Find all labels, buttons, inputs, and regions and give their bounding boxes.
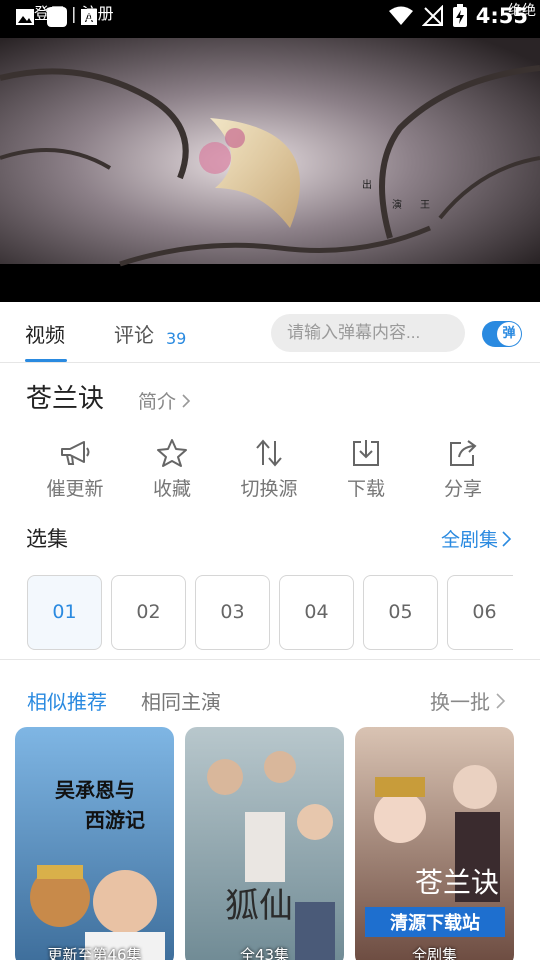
action-share[interactable]: 分享 — [415, 438, 511, 501]
all-episodes-label: 全剧集 — [440, 529, 498, 551]
share-icon — [450, 440, 477, 466]
danmu-input[interactable] — [271, 314, 465, 352]
svg-text:演: 演 — [392, 198, 402, 211]
recommend-card[interactable]: 狐仙 全43集 — [185, 727, 344, 960]
status-corner-text: 绝绝 — [508, 3, 536, 19]
intro-link[interactable]: 简介 — [138, 387, 192, 414]
action-bar: 催更新 收藏 切换源 下载 分享 — [0, 438, 540, 508]
recommend-card[interactable]: 苍兰诀 清源下载站 全剧集 — [355, 727, 514, 960]
status-bar: A 登录 | 注册 4:55 绝绝 — [0, 0, 540, 38]
tab-same-cast[interactable]: 相同主演 — [141, 686, 221, 715]
tab-similar[interactable]: 相似推荐 — [27, 686, 107, 715]
episodes-title: 选集 — [26, 527, 68, 551]
episode-list: 01 02 03 04 05 06 — [27, 575, 513, 650]
gallery-icon — [16, 9, 34, 25]
tab-video[interactable]: 视频 — [25, 319, 65, 348]
intro-label: 简介 — [138, 391, 177, 413]
chevron-right-icon — [182, 393, 191, 408]
all-episodes-link[interactable]: 全剧集 — [441, 525, 512, 552]
svg-text:王: 王 — [420, 200, 430, 211]
video-player[interactable]: 出 演 王 — [0, 38, 540, 302]
battery-charging-icon — [452, 4, 467, 27]
action-label: 分享 — [443, 478, 482, 500]
poster-image: 狐仙 — [185, 727, 344, 960]
star-icon — [157, 439, 187, 467]
chevron-right-icon — [496, 692, 506, 709]
action-switch-source[interactable]: 切换源 — [221, 438, 317, 501]
recommend-card[interactable]: 吴承恩与 西游记 更新至第46集 — [15, 727, 174, 960]
danmu-toggle[interactable]: 弹 — [482, 321, 522, 347]
refresh-label: 换一批 — [430, 690, 490, 714]
svg-text:清源下载站: 清源下载站 — [390, 912, 480, 934]
detail-tabs: 视频 评论 39 弹 — [0, 303, 540, 363]
action-label: 下载 — [346, 478, 385, 500]
status-bar-right: 4:55 — [388, 4, 528, 28]
tab-active-indicator — [25, 359, 67, 362]
download-icon — [353, 440, 379, 466]
card-status: 更新至第46集 — [47, 946, 142, 960]
show-title: 苍兰诀 — [26, 384, 105, 414]
episode-item[interactable]: 03 — [195, 575, 270, 650]
section-divider — [0, 659, 540, 660]
danmu-toggle-label: 弹 — [497, 322, 521, 346]
poster-image: 吴承恩与 西游记 — [15, 727, 174, 960]
megaphone-icon — [61, 441, 90, 465]
action-urge-update[interactable]: 催更新 — [27, 438, 123, 501]
refresh-button[interactable]: 换一批 — [430, 686, 506, 715]
wifi-icon — [388, 6, 413, 25]
action-favorite[interactable]: 收藏 — [124, 438, 220, 501]
episode-item[interactable]: 05 — [363, 575, 438, 650]
tab-comment[interactable]: 评论 — [114, 319, 154, 348]
episode-item[interactable]: 06 — [447, 575, 513, 650]
card-status: 全43集 — [239, 946, 290, 960]
episode-item[interactable]: 04 — [279, 575, 354, 650]
no-signal-icon — [421, 5, 443, 26]
status-overlay-text: 登录 | 注册 — [34, 4, 114, 23]
action-label: 收藏 — [152, 478, 191, 500]
comment-count: 39 — [166, 329, 187, 348]
svg-text:西游记: 西游记 — [85, 808, 145, 832]
card-status: 全剧集 — [411, 946, 457, 960]
action-download[interactable]: 下载 — [318, 438, 414, 501]
video-frame: 出 演 王 — [0, 38, 540, 302]
episode-item[interactable]: 01 — [27, 575, 102, 650]
svg-text:苍兰诀: 苍兰诀 — [415, 866, 499, 899]
chevron-right-icon — [502, 530, 512, 547]
svg-text:出: 出 — [362, 178, 372, 191]
svg-text:狐仙: 狐仙 — [225, 886, 293, 926]
action-label: 催更新 — [46, 478, 104, 500]
switch-icon — [256, 439, 282, 467]
episode-item[interactable]: 02 — [111, 575, 186, 650]
svg-text:吴承恩与: 吴承恩与 — [55, 778, 135, 802]
action-label: 切换源 — [240, 478, 298, 500]
poster-image: 苍兰诀 清源下载站 — [355, 727, 514, 960]
